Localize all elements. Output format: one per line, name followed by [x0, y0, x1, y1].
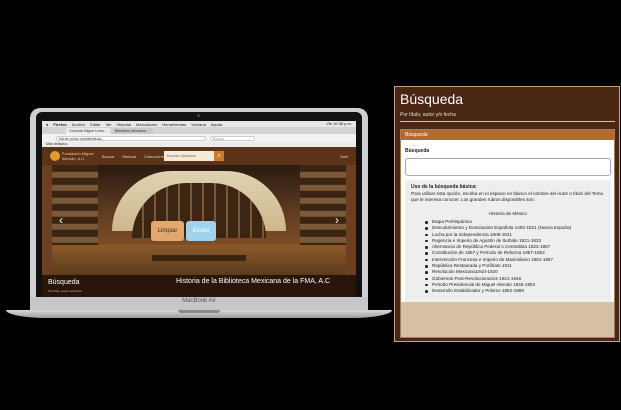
help-text: Para utilizar esta opción, escriba en el… [411, 191, 603, 202]
card-footer [401, 302, 614, 337]
nav-item-colecciones[interactable]: Colecciones [144, 154, 166, 159]
divider [400, 121, 615, 122]
send-button[interactable]: Enviar [186, 221, 216, 241]
search-card: Búsqueda Búsqueda Uso de la búsqueda bás… [400, 129, 615, 338]
apple-icon[interactable]: ● [46, 122, 48, 127]
menu-item[interactable]: Archivo [72, 122, 85, 127]
url-field[interactable]: bdl.cm.unam.mx/biblioteca/... [56, 135, 206, 141]
search-field-label: Búsqueda [405, 148, 430, 154]
site-logo-icon[interactable] [50, 151, 60, 161]
help-box: Uso de la búsqueda básica: Para utilizar… [405, 180, 611, 302]
panel-title: Búsqueda [400, 91, 464, 107]
search-panel: Búsqueda Por título, autor y/o fecha Bús… [394, 86, 620, 342]
screen-bottom-strip: Búsqueda Por titulo, autor o/a fecha His… [42, 275, 356, 297]
list-item: Desarrollo Estabilizador y Priismo 1952-… [425, 288, 605, 294]
panel-subtitle: Por título, autor y/o fecha [400, 112, 456, 118]
busqueda-sub: Por titulo, autor o/a fecha [48, 289, 82, 293]
site-navbar: Fundación Miguel Alemán, A.C. Buscar His… [42, 147, 356, 165]
site-search-input[interactable]: Buscar ejemplar [164, 151, 214, 161]
busqueda-heading[interactable]: Búsqueda [48, 279, 80, 286]
chevron-left-icon[interactable]: ‹ [56, 213, 66, 227]
history-headline[interactable]: Historia de la Biblioteca Mexicana de la… [176, 278, 350, 286]
chevron-right-icon[interactable]: › [332, 213, 342, 227]
menu-item[interactable]: Ver [106, 122, 112, 127]
menu-item[interactable]: Firefox [53, 122, 66, 127]
laptop-screen: ● Firefox Archivo Editar Ver Historial M… [42, 121, 356, 297]
nav-item-historia[interactable]: Historia [122, 154, 136, 159]
site-nav-items: Buscar Historia Colecciones [102, 154, 166, 159]
library-hero-image: ‹ › [52, 165, 346, 275]
menu-item[interactable]: Ayuda [211, 122, 222, 127]
menu-item[interactable]: Historial [117, 122, 131, 127]
menu-item[interactable]: Herramientas [162, 122, 186, 127]
reading-table [152, 255, 246, 261]
browser-tabs: Consulta Miguel Lerdo... Biblioteca Mexi… [42, 127, 356, 134]
site-logo-text: Fundación Miguel Alemán, A.C. [62, 151, 94, 161]
help-section-title: Historia de México [489, 211, 527, 216]
help-title: Uso de la búsqueda básica: [411, 184, 477, 190]
topics-list: Etapa Prehispánica Descubrimiento y Domi… [425, 219, 605, 295]
menu-item[interactable]: Marcadores [136, 122, 157, 127]
browser-toolbar: bdl.cm.unam.mx/biblioteca/... Buscar [42, 134, 356, 142]
laptop-model-label: MacBook Air [182, 298, 216, 304]
menu-item[interactable]: Editar [90, 122, 100, 127]
menu-item[interactable]: Ventana [191, 122, 206, 127]
card-header: Búsqueda [401, 130, 614, 140]
search-input[interactable] [405, 158, 611, 176]
search-icon[interactable]: ⌕ [214, 151, 224, 161]
clear-button[interactable]: Limpiar [151, 221, 184, 241]
nav-item-buscar[interactable]: Buscar [102, 154, 114, 159]
browser-search-field[interactable]: Buscar [210, 135, 255, 141]
site-nav-right[interactable]: Salir [340, 154, 348, 159]
camera-icon [197, 114, 200, 117]
laptop-notch [178, 310, 220, 313]
